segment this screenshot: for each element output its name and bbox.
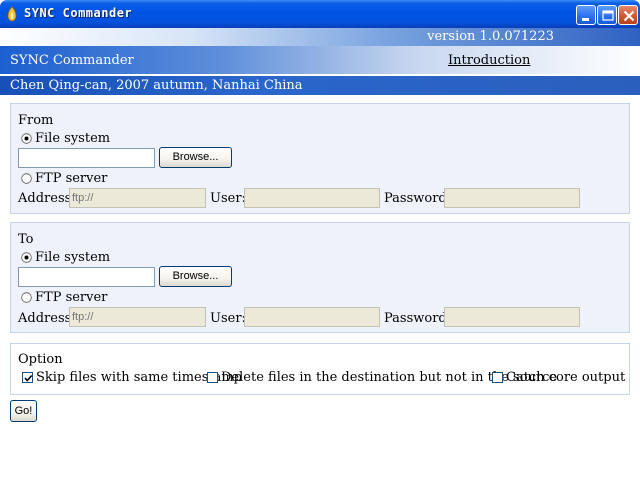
to-ftp-radio[interactable] xyxy=(21,292,32,303)
window-title: SYNC Commander xyxy=(24,6,133,20)
to-user-label: User: xyxy=(210,311,246,326)
credit-text: Chen Qing-can, 2007 autumn, Nanhai China xyxy=(10,78,303,93)
from-password-input xyxy=(444,188,580,208)
from-user-field xyxy=(245,189,379,207)
from-browse-button[interactable]: Browse... xyxy=(159,147,232,168)
delete-extra-checkbox[interactable] xyxy=(207,372,218,383)
minimize-button[interactable] xyxy=(576,5,596,25)
from-password-field xyxy=(445,189,579,207)
from-path-field[interactable] xyxy=(19,149,154,167)
to-path-input[interactable] xyxy=(18,267,155,287)
from-user-input xyxy=(244,188,380,208)
to-password-field xyxy=(445,308,579,326)
app-icon xyxy=(7,6,17,22)
app-name: SYNC Commander xyxy=(10,53,134,68)
app-header: SYNC Commander Introduction xyxy=(0,46,640,74)
from-password-label: Password: xyxy=(384,191,452,206)
to-title: To xyxy=(18,232,34,247)
to-address-label: Address: xyxy=(18,311,76,326)
maximize-button[interactable] xyxy=(597,5,617,25)
to-ftp-label[interactable]: FTP server xyxy=(35,290,107,305)
minimize-icon xyxy=(582,18,589,21)
option-panel: Option Skip files with same timestamp De… xyxy=(10,343,630,395)
from-path-input[interactable] xyxy=(18,148,155,168)
to-address-input xyxy=(69,307,206,327)
to-address-field xyxy=(70,308,205,326)
checkmark-icon xyxy=(24,374,33,382)
version-banner: version 1.0.071223 xyxy=(0,28,640,46)
to-password-label: Password: xyxy=(384,311,452,326)
to-path-field[interactable] xyxy=(19,268,154,286)
from-title: From xyxy=(18,113,54,128)
close-button[interactable] xyxy=(618,5,638,25)
close-icon xyxy=(623,10,635,22)
to-user-field xyxy=(245,308,379,326)
catch-core-output-checkbox[interactable] xyxy=(492,372,503,383)
skip-timestamp-checkbox[interactable] xyxy=(22,372,33,383)
from-ftp-label[interactable]: FTP server xyxy=(35,171,107,186)
from-file-system-label[interactable]: File system xyxy=(35,131,110,146)
introduction-link[interactable]: Introduction xyxy=(448,53,530,68)
maximize-icon xyxy=(602,10,614,21)
from-ftp-radio[interactable] xyxy=(21,173,32,184)
from-file-system-radio[interactable] xyxy=(21,133,32,144)
catch-core-output-label[interactable]: Catch core output xyxy=(506,370,625,385)
to-user-input xyxy=(244,307,380,327)
to-file-system-radio[interactable] xyxy=(21,252,32,263)
from-address-label: Address: xyxy=(18,191,76,206)
from-address-field xyxy=(70,189,205,207)
from-panel: From File system Browse... FTP server Ad… xyxy=(10,103,630,214)
version-text: version 1.0.071223 xyxy=(427,29,554,44)
go-button[interactable]: Go! xyxy=(10,400,37,422)
to-browse-button[interactable]: Browse... xyxy=(159,266,232,287)
to-panel: To File system Browse... FTP server Addr… xyxy=(10,222,630,333)
from-user-label: User: xyxy=(210,191,246,206)
credit-banner: Chen Qing-can, 2007 autumn, Nanhai China xyxy=(0,76,640,95)
to-password-input xyxy=(444,307,580,327)
title-bar[interactable]: SYNC Commander xyxy=(0,0,640,28)
to-file-system-label[interactable]: File system xyxy=(35,250,110,265)
from-address-input xyxy=(69,188,206,208)
option-title: Option xyxy=(18,352,63,367)
